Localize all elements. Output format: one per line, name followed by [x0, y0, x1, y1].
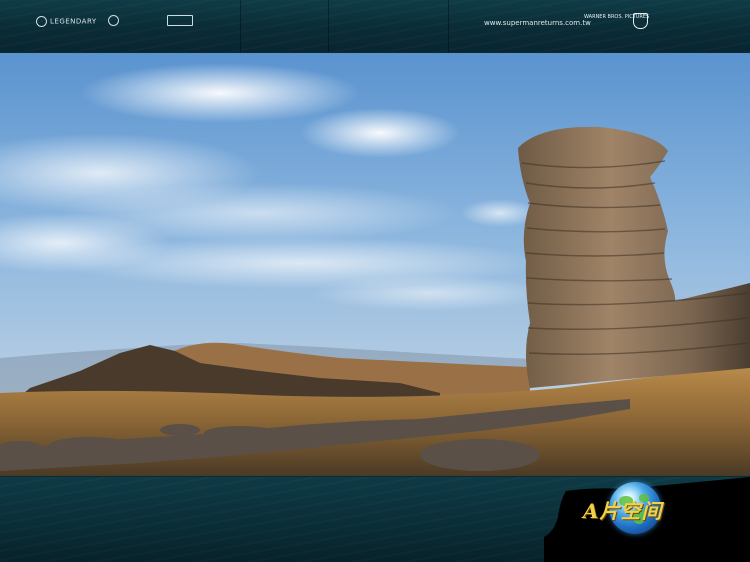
legendary-logo-text: LEGENDARY — [50, 17, 97, 26]
warner-bros-shield-icon — [633, 13, 648, 29]
square-logo-icon — [167, 15, 193, 26]
legendary-logo: LEGENDARY — [36, 16, 97, 27]
site-url: www.supermanreturns.com.tw — [484, 19, 591, 27]
circle-logo-icon — [108, 15, 119, 26]
top-banner: LEGENDARY www.supermanreturns.com.tw WAR… — [0, 0, 750, 52]
band-divider — [448, 0, 449, 52]
band-divider — [240, 0, 241, 52]
landscape-photo — [0, 53, 750, 476]
circle-logo — [108, 15, 122, 26]
square-logo — [167, 15, 196, 26]
band-divider — [328, 0, 329, 52]
legendary-logo-icon — [36, 16, 47, 27]
site-brand: A片空间 — [583, 499, 663, 523]
landscape-illustration — [0, 53, 750, 476]
